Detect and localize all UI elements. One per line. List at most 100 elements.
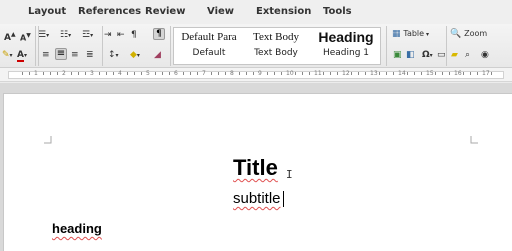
align-center-button[interactable]: ≡ <box>55 48 67 60</box>
justify-icon: ≣ <box>86 50 94 60</box>
paragraph-background-button[interactable]: ◆▾ <box>130 49 140 62</box>
ruler-tick <box>421 72 422 75</box>
ruler-tick <box>267 72 268 75</box>
ruler-tick <box>43 72 44 75</box>
ruler-tick <box>141 72 142 75</box>
font-color-icon: A <box>17 50 24 62</box>
document-subtitle[interactable]: subtitle <box>233 190 281 207</box>
menu-bar: Layout References Review View Extension … <box>0 0 512 24</box>
document-area: Title I subtitle heading <box>0 83 512 251</box>
zoom-button[interactable]: 🔍 Zoom <box>450 28 487 40</box>
highlight-button[interactable]: ✎▾ <box>2 49 13 62</box>
line-spacing-button[interactable]: ↕▾ <box>108 49 119 62</box>
style-text-body[interactable]: Text Body Text Body <box>244 28 308 64</box>
font-color-button[interactable]: A▾ <box>17 49 27 62</box>
decrease-indent-icon: ⇤ <box>117 30 125 40</box>
ruler-tick <box>323 72 324 75</box>
menu-review[interactable]: Review <box>145 6 185 17</box>
ruler-tick <box>71 72 72 75</box>
ruler-tick <box>414 72 415 75</box>
ruler-number: 4 <box>118 70 122 77</box>
style-name: Heading 1 <box>322 48 370 58</box>
ruler-tick <box>477 72 478 75</box>
ruler-number: 12 <box>342 70 350 77</box>
ruler-tick <box>281 72 282 75</box>
menu-view[interactable]: View <box>207 6 234 17</box>
ruler-number: 17 <box>482 70 490 77</box>
align-left-icon: ≡ <box>42 50 50 60</box>
table-label: Table <box>403 29 425 38</box>
image-icon: ▣ <box>393 50 402 60</box>
align-right-button[interactable]: ≡ <box>71 49 79 61</box>
menu-references[interactable]: References <box>78 6 141 17</box>
ruler-number: 5 <box>146 70 150 77</box>
ruler-tick <box>134 72 135 75</box>
chart-icon: ◧ <box>406 50 415 60</box>
ruler-tick <box>463 72 464 75</box>
comment-icon: ▰ <box>451 50 458 60</box>
ruler-tick <box>22 72 23 75</box>
record-changes-button[interactable]: ◉ <box>481 49 489 61</box>
menu-tools[interactable]: Tools <box>323 6 352 17</box>
insert-chart-button[interactable]: ◧ <box>406 49 415 61</box>
omega-icon: Ω <box>422 50 430 60</box>
horizontal-ruler[interactable]: 1 2 3 4 5 6 7 8 9 10 11 12 13 14 15 16 17 <box>0 68 512 82</box>
ruler-tick <box>351 72 352 75</box>
ruler-number: 8 <box>230 70 234 77</box>
ruler-number: 11 <box>314 70 322 77</box>
ruler-number: 14 <box>398 70 406 77</box>
field-icon: ▭ <box>437 50 446 60</box>
decrease-indent-button[interactable]: ⇤ <box>117 29 125 41</box>
insert-image-button[interactable]: ▣ <box>393 49 402 61</box>
ibeam-cursor-icon: I <box>286 168 293 181</box>
ruler-number: 2 <box>62 70 66 77</box>
ruler-tick <box>106 72 107 75</box>
find-icon: ⌕ <box>465 50 471 60</box>
find-button[interactable]: ⌕ <box>465 49 470 61</box>
justify-button[interactable]: ≣ <box>86 49 94 61</box>
comment-button[interactable]: ▰ <box>451 49 458 61</box>
ruler-tick <box>449 72 450 75</box>
style-preview: Text Body <box>253 31 299 43</box>
ruler-tick <box>386 72 387 75</box>
align-left-button[interactable]: ≡ <box>42 49 50 61</box>
ruler-tick <box>99 72 100 75</box>
outline-list-button[interactable]: ☲▾ <box>82 29 93 42</box>
ruler-tick <box>309 72 310 75</box>
increase-indent-button[interactable]: ⇥ <box>104 29 112 41</box>
ruler-tick <box>190 72 191 75</box>
style-heading-1[interactable]: Heading Heading 1 <box>312 28 380 64</box>
menu-layout[interactable]: Layout <box>28 6 66 17</box>
clear-formatting-button[interactable]: ◢ <box>154 49 161 61</box>
numbered-list-button[interactable]: ☷▾ <box>60 29 71 42</box>
paragraph-marks-button[interactable]: ¶ <box>131 29 137 41</box>
special-character-button[interactable]: Ω▾ <box>422 49 433 62</box>
toolbar-separator <box>38 26 39 66</box>
zoom-label: Zoom <box>464 29 488 38</box>
paint-bucket-icon: ◆ <box>130 50 137 60</box>
ruler-tick <box>337 72 338 75</box>
document-heading[interactable]: heading <box>52 221 102 236</box>
shrink-font-button[interactable]: A▼ <box>20 30 31 45</box>
insert-table-button[interactable]: ▦ Table ▾ <box>392 28 429 41</box>
ruler-tick <box>169 72 170 75</box>
ruler-tick <box>225 72 226 75</box>
grow-font-button[interactable]: A▲ <box>4 29 16 44</box>
insert-field-button[interactable]: ▭ <box>437 49 446 61</box>
menu-extension[interactable]: Extension <box>256 6 311 17</box>
ruler-tick <box>302 72 303 75</box>
style-default[interactable]: Default Para Default <box>176 28 242 64</box>
bullet-list-icon: ☰ <box>38 30 47 40</box>
margin-corner-top-left <box>44 136 52 144</box>
document-title[interactable]: Title <box>233 155 278 181</box>
bullet-list-button[interactable]: ☰▾ <box>38 29 49 42</box>
table-icon: ▦ <box>392 29 401 39</box>
formatting-marks-toggle[interactable]: ¶ <box>153 28 165 40</box>
ruler-tick <box>183 72 184 75</box>
ruler-number: 1 <box>34 70 38 77</box>
ruler-tick <box>85 72 86 75</box>
ruler-tick <box>29 72 30 75</box>
ruler-number: 13 <box>370 70 378 77</box>
zoom-icon: 🔍 <box>450 29 462 39</box>
ruler-tick <box>442 72 443 75</box>
